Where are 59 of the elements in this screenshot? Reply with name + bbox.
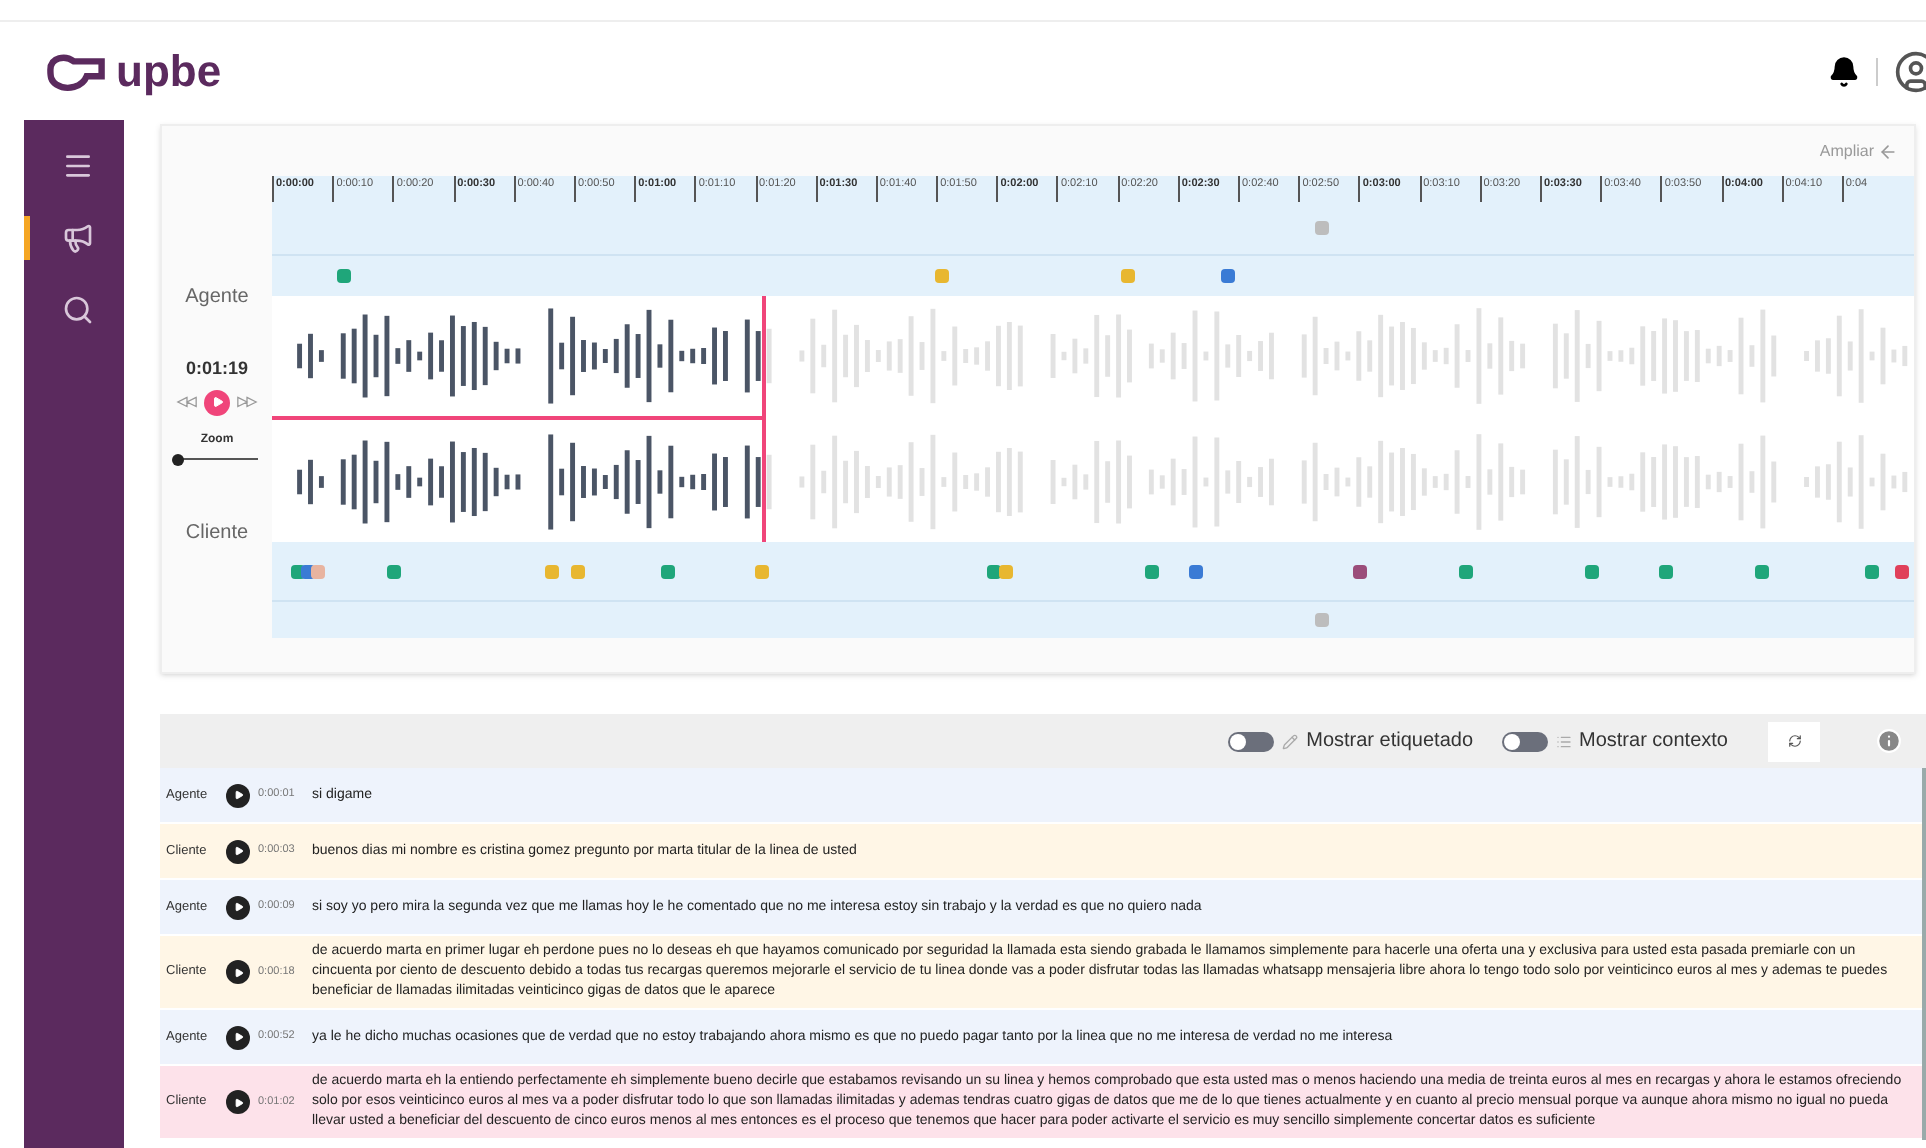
toggle-label: Mostrar etiquetado [1306, 728, 1474, 756]
info-icon[interactable] [1876, 728, 1902, 754]
toggle-switch[interactable] [1501, 731, 1548, 751]
marker[interactable] [1220, 269, 1235, 283]
search-icon [61, 294, 93, 326]
toggle-label: Mostrar contexto [1579, 728, 1728, 756]
expand-button[interactable]: Ampliar [1819, 139, 1898, 163]
play-icon [233, 790, 243, 800]
marker[interactable] [570, 564, 585, 578]
play-button[interactable] [226, 1090, 250, 1114]
marker[interactable] [1315, 613, 1330, 627]
play-button[interactable] [226, 1025, 250, 1049]
arrow-left-icon [1878, 141, 1898, 161]
play-icon [233, 1032, 243, 1042]
play-button[interactable] [226, 839, 250, 863]
marker[interactable] [755, 564, 770, 578]
marker[interactable] [1458, 564, 1473, 578]
list-icon [1555, 733, 1572, 749]
refresh-button[interactable] [1768, 721, 1820, 761]
user-avatar-icon[interactable] [1894, 49, 1926, 93]
whistle-logo-icon [44, 49, 108, 93]
marker[interactable] [545, 564, 560, 578]
megaphone-icon [61, 222, 93, 254]
marker[interactable] [660, 564, 675, 578]
marker[interactable] [987, 564, 1002, 578]
marker[interactable] [1755, 564, 1770, 578]
play-icon [233, 967, 243, 977]
play-icon [211, 396, 223, 408]
marker[interactable] [1864, 564, 1879, 578]
menu-icon [61, 150, 93, 182]
refresh-icon [1787, 734, 1801, 748]
play-icon [233, 1097, 243, 1107]
play-icon [233, 846, 243, 856]
marker[interactable] [1659, 564, 1674, 578]
marker[interactable] [1895, 564, 1910, 578]
marker[interactable] [337, 269, 352, 283]
marker[interactable] [1189, 564, 1204, 578]
toggle-switch[interactable] [1228, 731, 1275, 751]
playback-time: 0:01:19 [185, 356, 249, 382]
notification-bell-icon[interactable] [1828, 55, 1860, 87]
play-icon [233, 902, 243, 912]
marker[interactable] [934, 269, 949, 283]
play-button[interactable] [226, 895, 250, 919]
marker[interactable] [386, 564, 401, 578]
marker[interactable] [1585, 564, 1600, 578]
playhead[interactable] [762, 296, 767, 542]
marker[interactable] [1145, 564, 1160, 578]
pencil-icon [1282, 733, 1299, 749]
fast-forward-icon[interactable] [236, 396, 258, 408]
marker[interactable] [1120, 269, 1135, 283]
logo-text: upbe [116, 44, 222, 100]
marker[interactable] [1352, 564, 1366, 578]
zoom-slider[interactable] [177, 453, 257, 465]
speaker-label: Cliente [185, 519, 249, 547]
play-button[interactable] [226, 783, 250, 807]
marker[interactable] [1315, 221, 1330, 235]
speaker-label: Agente [185, 284, 249, 312]
rewind-icon[interactable] [176, 396, 198, 408]
play-button[interactable] [226, 960, 250, 984]
